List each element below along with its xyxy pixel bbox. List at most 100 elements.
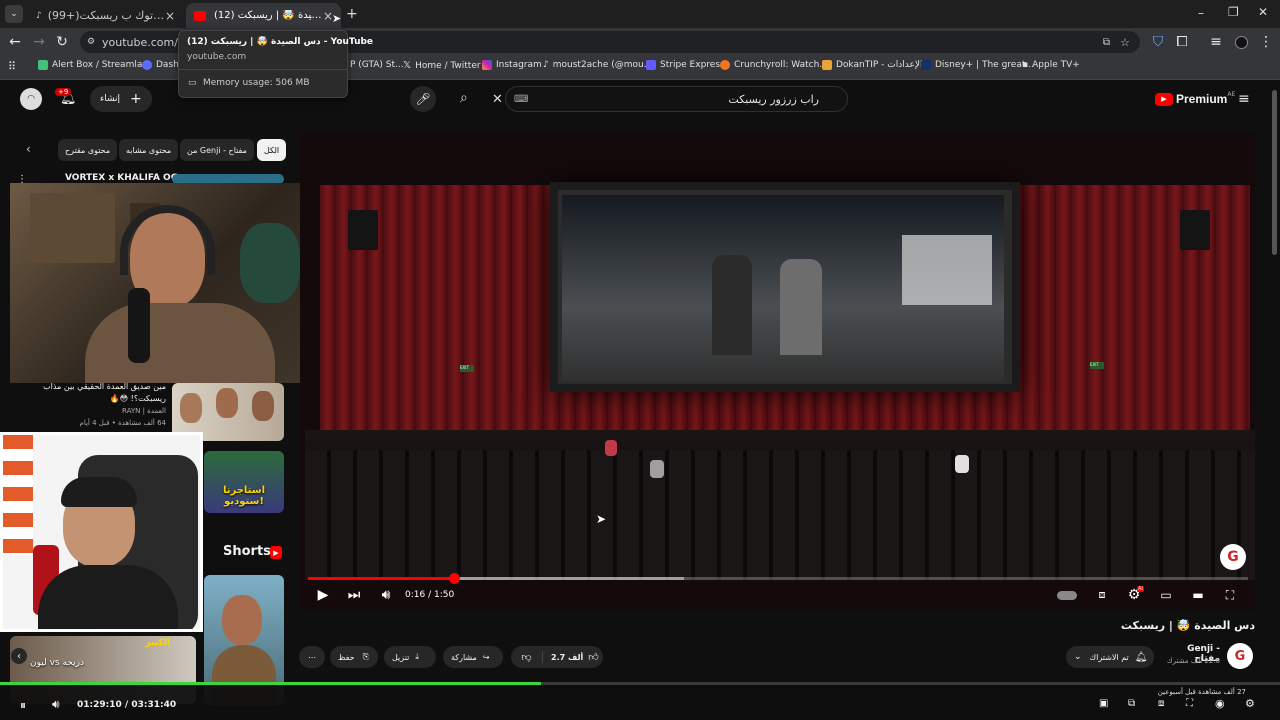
memory-icon: ▭ xyxy=(188,78,197,88)
bookmark-gta[interactable]: P (GTA) St... xyxy=(350,60,404,70)
related-video-title[interactable]: مين صديق العمدة الحقيقي بين مذاب ريسبكت؟… xyxy=(14,381,166,405)
autoplay-toggle[interactable] xyxy=(1056,586,1078,604)
search-query: راب زرزور ريسبكت xyxy=(728,92,819,106)
shield-extension-icon[interactable]: ⛉ xyxy=(1148,32,1168,52)
bookmark-alert-box[interactable]: Alert Box / Streamla... xyxy=(38,60,151,70)
miniplayer-icon[interactable]: ▭ xyxy=(1157,586,1175,604)
new-tab-button[interactable]: + xyxy=(346,6,358,22)
bookmark-disney[interactable]: Disney+ | The great... xyxy=(921,60,1034,70)
share-button[interactable]: مشاركة ↪ xyxy=(443,646,503,668)
bookmark-instagram[interactable]: Instagram xyxy=(482,60,542,70)
shorts-prev-icon[interactable]: ‹ xyxy=(11,648,27,664)
bookmark-dokantip[interactable]: DokanTIP - الإعدادات xyxy=(822,60,922,70)
exit-sign-right: EXIT xyxy=(1090,362,1104,369)
stream-chapters-icon[interactable]: ▣ xyxy=(1099,698,1108,709)
apps-grid-icon[interactable]: ⠿ xyxy=(8,60,16,73)
related-thumbnail[interactable]: استاجرنا ستوديو! xyxy=(204,451,284,513)
maximize-button[interactable]: ❐ xyxy=(1228,5,1239,19)
download-button[interactable]: تنزيل ⤓ xyxy=(384,646,436,668)
tab-search-button[interactable]: ⌄ xyxy=(5,5,23,23)
bookmark-star-icon[interactable]: ☆ xyxy=(1120,36,1130,49)
keyboard-icon[interactable]: ⌨ xyxy=(514,94,528,105)
thumbnail-caption: استاجرنا ستوديو! xyxy=(222,485,266,507)
profile-avatar[interactable] xyxy=(1231,32,1251,52)
next-button[interactable]: ⏭ xyxy=(345,586,363,604)
chevron-down-icon: ⌄ xyxy=(1074,652,1082,662)
stream-pip-icon[interactable]: ⧉ xyxy=(1128,698,1135,709)
stream-settings-icon[interactable]: ⚙ xyxy=(1245,697,1255,710)
bookmark-crunchyroll[interactable]: Crunchyroll: Watch... xyxy=(720,60,828,70)
settings-badge: AI xyxy=(1137,586,1144,592)
disney-icon xyxy=(921,60,931,70)
hamburger-menu-icon[interactable]: ≡ xyxy=(1238,91,1250,107)
stream-speed-icon[interactable]: ◉ xyxy=(1215,697,1225,710)
subscribed-button[interactable]: ⌄ تم الاشتراك 🔔︎ xyxy=(1066,646,1154,668)
download-icon: ⤓ xyxy=(415,652,419,661)
tab-tiktok[interactable]: ♪ (99+)اخيرا التيك توك ب ريسبكت × xyxy=(28,3,183,28)
bookmark-twitter[interactable]: 𝕏 Home / Twitter xyxy=(403,60,481,71)
chips-prev-icon[interactable]: ‹ xyxy=(26,142,31,156)
related-title-top[interactable]: VORTEX x KHALIFA OG - xyxy=(65,173,185,183)
bookmark-stripe[interactable]: Stripe Express xyxy=(646,60,725,70)
reload-button[interactable]: ↻ xyxy=(52,32,72,52)
stream-captions-icon[interactable]: ⧈ xyxy=(1158,698,1164,709)
hover-card-memory: Memory usage: 506 MB xyxy=(203,78,310,88)
theater-mode-icon[interactable]: ▬ xyxy=(1189,586,1207,604)
create-button[interactable]: إنشاء + xyxy=(90,86,152,112)
play-button[interactable]: ▶ xyxy=(314,586,332,604)
install-app-icon[interactable]: ⧉ xyxy=(1103,37,1110,48)
mouse-cursor-icon: ➤ xyxy=(332,12,342,25)
stream-fullscreen-icon[interactable]: ⛶ xyxy=(1186,698,1193,709)
save-label: حفظ xyxy=(338,652,355,662)
subtitles-icon[interactable]: ⧈ xyxy=(1093,586,1111,604)
forward-button[interactable]: → xyxy=(29,32,49,52)
stream-volume-icon[interactable]: 🔊︎ xyxy=(52,697,60,712)
search-icon[interactable]: ⌕ xyxy=(460,90,468,106)
search-input[interactable]: راب زرزور ريسبكت ⌨ ✕ xyxy=(492,86,848,112)
close-window-button[interactable]: ✕ xyxy=(1258,5,1268,19)
like-icon[interactable]: 👍︎ xyxy=(588,651,598,663)
related-video-channel[interactable]: RAYN | العمدة xyxy=(60,407,166,415)
bookmark-appletv[interactable]: ▪ Apple TV+ xyxy=(1022,60,1080,70)
hover-card-title: (12) دس الصيدة 🤯 | ريسبكت - YouTube xyxy=(187,37,374,47)
voice-search-button[interactable]: 🎤︎ xyxy=(410,86,436,112)
chip-channel[interactable]: من Genji - مفتاح xyxy=(180,139,254,161)
save-button[interactable]: حفظ ⎘ xyxy=(330,646,378,668)
browser-menu-icon[interactable]: ⋮ xyxy=(1256,32,1276,52)
progress-scrubber[interactable] xyxy=(448,573,460,584)
tiktok-icon: ♪ xyxy=(543,60,549,70)
share-label: مشاركة xyxy=(451,652,477,662)
chip-all[interactable]: الكل xyxy=(257,139,287,161)
short-caption: ليون vs دريحه xyxy=(30,658,84,668)
stream-pause-button[interactable]: ⏸ xyxy=(20,698,26,713)
reading-list-icon[interactable]: ≡ xyxy=(1206,32,1226,52)
plus-icon: + xyxy=(130,91,142,107)
bookmark-tiktok[interactable]: ♪ moust2ache (@mou... xyxy=(543,60,652,70)
close-icon[interactable]: × xyxy=(165,9,175,23)
game-scene xyxy=(562,195,1004,382)
tab-youtube[interactable]: (12) دس الصيدة 🤯 | ريسبكت - × xyxy=(186,3,341,28)
youtube-logo[interactable]: ▶ Premium AE xyxy=(1155,91,1235,106)
site-info-icon[interactable]: ⚙ xyxy=(87,37,95,47)
chip-related[interactable]: محتوى مشابه xyxy=(119,139,179,161)
stripe-icon xyxy=(646,60,656,70)
theater-seats xyxy=(305,430,1255,580)
extensions-icon[interactable]: ⧠ xyxy=(1172,32,1192,52)
page-scrollbar[interactable] xyxy=(1272,90,1277,255)
save-icon: ⎘ xyxy=(362,652,369,661)
more-actions-button[interactable]: ⋯ xyxy=(299,646,325,668)
dislike-icon[interactable]: 👎︎ xyxy=(511,651,543,663)
youtube-play-logo-icon: ▶ xyxy=(1155,92,1173,106)
exit-sign-left: EXIT xyxy=(460,365,474,372)
speaker-right xyxy=(1180,210,1210,250)
clear-search-icon[interactable]: ✕ xyxy=(492,92,503,107)
minimize-button[interactable]: – xyxy=(1198,6,1204,20)
chip-suggested[interactable]: محتوى مقترح xyxy=(58,139,118,161)
volume-icon[interactable]: 🔊︎ xyxy=(377,586,395,604)
avatar[interactable]: ◠ xyxy=(20,88,42,110)
channel-avatar[interactable]: G xyxy=(1227,643,1253,669)
fullscreen-icon[interactable]: ⛶ xyxy=(1221,586,1239,604)
back-button[interactable]: ← xyxy=(5,32,25,52)
tab-hover-card: (12) دس الصيدة 🤯 | ريسبكت - YouTube yout… xyxy=(178,30,373,98)
channel-watermark[interactable]: G xyxy=(1220,544,1246,570)
